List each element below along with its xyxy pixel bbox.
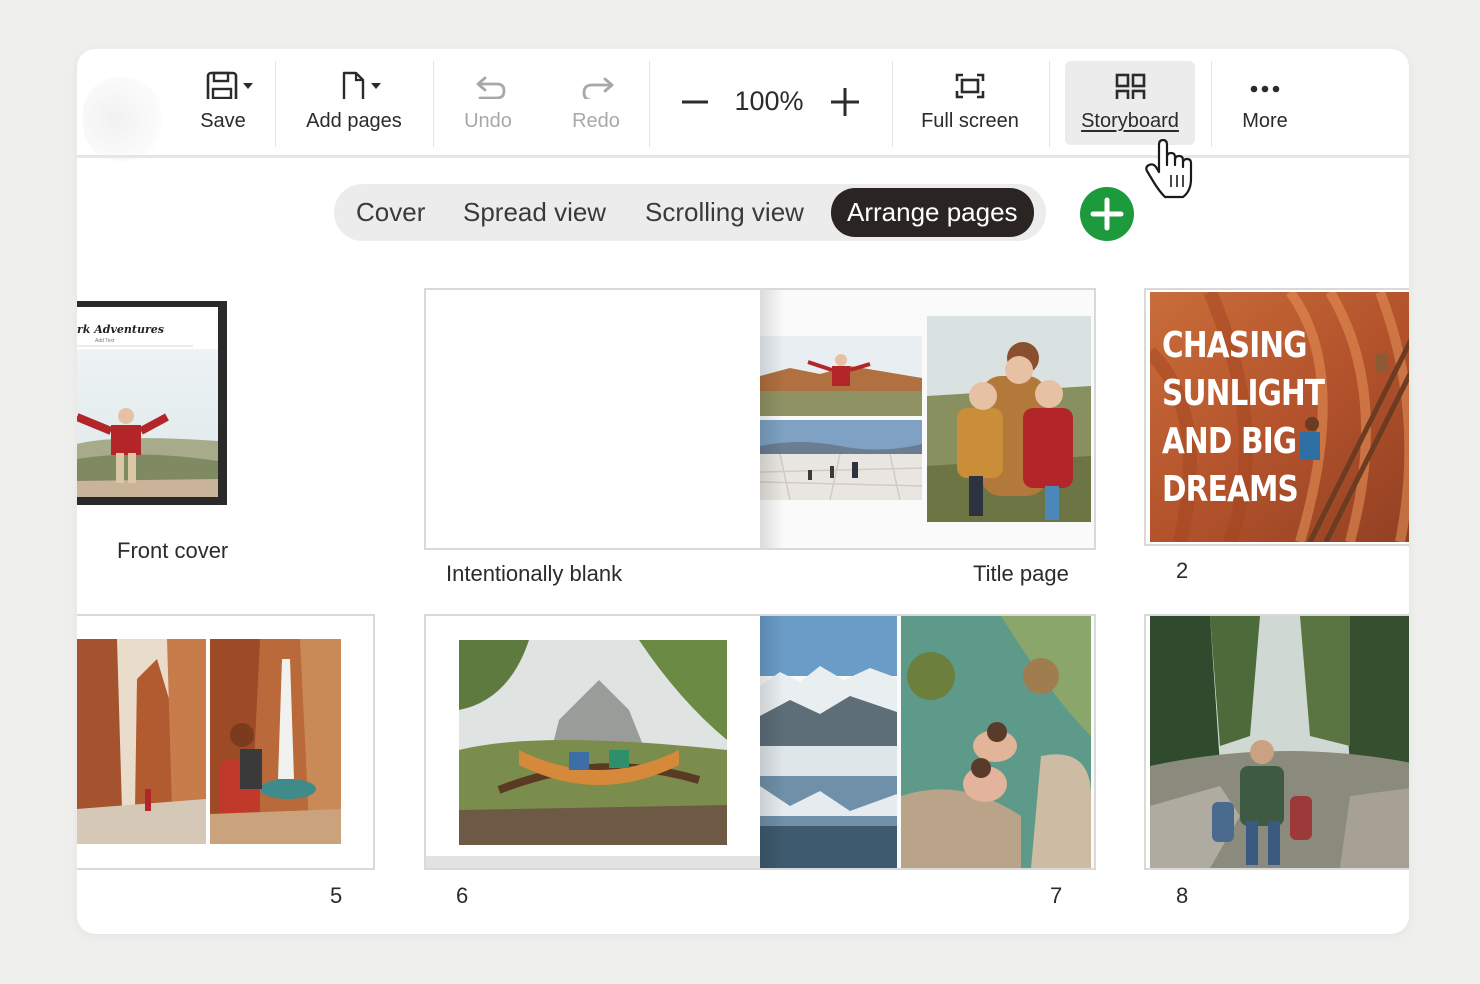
toolbar: Save Add pages Undo Redo 100% Full scree… (77, 49, 1409, 161)
book-spine-shadow (760, 616, 784, 868)
toolbar-divider (649, 61, 650, 147)
redo-button[interactable]: Redo (560, 49, 632, 156)
page-2-photo: CHASING SUNLIGHT AND BIG DREAMS (1150, 292, 1409, 542)
full-screen-label: Full screen (921, 110, 1019, 132)
page-5-photo-1 (77, 639, 206, 844)
hand-pointer-icon (1145, 138, 1205, 201)
spread-6-7[interactable] (426, 616, 1094, 868)
toolbar-divider (1049, 61, 1050, 147)
photo-book-editor: Save Add pages Undo Redo 100% Full scree… (77, 49, 1409, 934)
zoom-in-button[interactable] (828, 85, 862, 119)
toolbar-divider (892, 61, 893, 147)
zoom-out-button[interactable] (677, 85, 711, 119)
save-label: Save (200, 110, 246, 132)
view-tabs: Cover Spread view Scrolling view Arrange… (334, 184, 1046, 241)
undo-arrow-icon (476, 76, 506, 100)
page-8-photo (1150, 616, 1409, 868)
page-label-2: 2 (1176, 558, 1189, 583)
zoom-level: 100% (734, 86, 804, 116)
save-button[interactable]: Save (187, 49, 259, 156)
page-2-title-text: CHASING SUNLIGHT AND BIG DREAMS (1162, 325, 1325, 510)
page-6-photo (459, 640, 727, 845)
cover-title-text: rk Adventures (77, 323, 164, 336)
page-label-7: 7 (1050, 883, 1063, 908)
full-screen-button[interactable]: Full screen (915, 49, 1025, 156)
page-plus-icon (342, 71, 381, 104)
toolbar-divider (433, 61, 434, 147)
book-spine-shadow (760, 290, 784, 548)
title-photo-2 (760, 420, 922, 500)
page-label-title-page: Title page (973, 561, 1069, 586)
toolbar-divider-line (77, 155, 1409, 158)
title-photo-1 (760, 336, 922, 416)
page-label-5: 5 (330, 883, 343, 908)
page-8-thumbnail[interactable] (1146, 616, 1409, 868)
more-label: More (1242, 110, 1288, 132)
spread-title[interactable] (426, 290, 1094, 548)
title-photo-3 (927, 316, 1091, 522)
front-cover-thumbnail[interactable]: rk Adventures Add Text (77, 301, 227, 505)
ellipsis-icon (1250, 85, 1280, 93)
tab-scrolling-view[interactable]: Scrolling view (645, 188, 804, 237)
undo-label: Undo (464, 110, 512, 132)
page-label-6: 6 (456, 883, 469, 908)
front-cover-page: rk Adventures Add Text (77, 307, 218, 497)
page-7 (760, 616, 1094, 868)
add-button[interactable] (1080, 187, 1134, 241)
title-page (760, 290, 1094, 548)
add-pages-label: Add pages (306, 110, 402, 132)
cover-subtitle-text: Add Text (95, 338, 115, 344)
toolbar-divider (1211, 61, 1212, 147)
page-label-8: 8 (1176, 883, 1189, 908)
page-label-intentionally-blank: Intentionally blank (446, 561, 623, 586)
toolbar-left-blur (83, 77, 161, 161)
tab-arrange-pages[interactable]: Arrange pages (831, 188, 1034, 237)
redo-label: Redo (572, 110, 620, 132)
page-2-thumbnail[interactable]: CHASING SUNLIGHT AND BIG DREAMS (1146, 290, 1409, 544)
more-button[interactable]: More (1227, 49, 1303, 156)
page-5-photo-2 (210, 639, 341, 844)
toolbar-divider (275, 61, 276, 147)
plus-icon (831, 88, 859, 116)
storyboard-label: Storyboard (1081, 110, 1179, 132)
add-pages-button[interactable]: Add pages (299, 49, 409, 156)
page-5-thumbnail[interactable] (77, 616, 373, 868)
intentionally-blank-page (426, 290, 760, 548)
tab-spread-view[interactable]: Spread view (463, 188, 606, 237)
plus-circle-icon (1090, 197, 1124, 231)
full-screen-icon (955, 73, 985, 99)
page-6-bottom-strip (426, 856, 760, 868)
page-7-photo-2 (901, 616, 1091, 868)
page-6 (426, 616, 760, 868)
page-label-front-cover: Front cover (117, 538, 229, 563)
tab-cover[interactable]: Cover (356, 188, 425, 237)
floppy-disk-icon (206, 71, 253, 103)
cover-divider (77, 345, 193, 347)
undo-button[interactable]: Undo (452, 49, 524, 156)
grid-icon (1115, 73, 1146, 104)
redo-arrow-icon (582, 77, 614, 102)
cover-photo (77, 349, 218, 497)
minus-icon (682, 100, 708, 104)
